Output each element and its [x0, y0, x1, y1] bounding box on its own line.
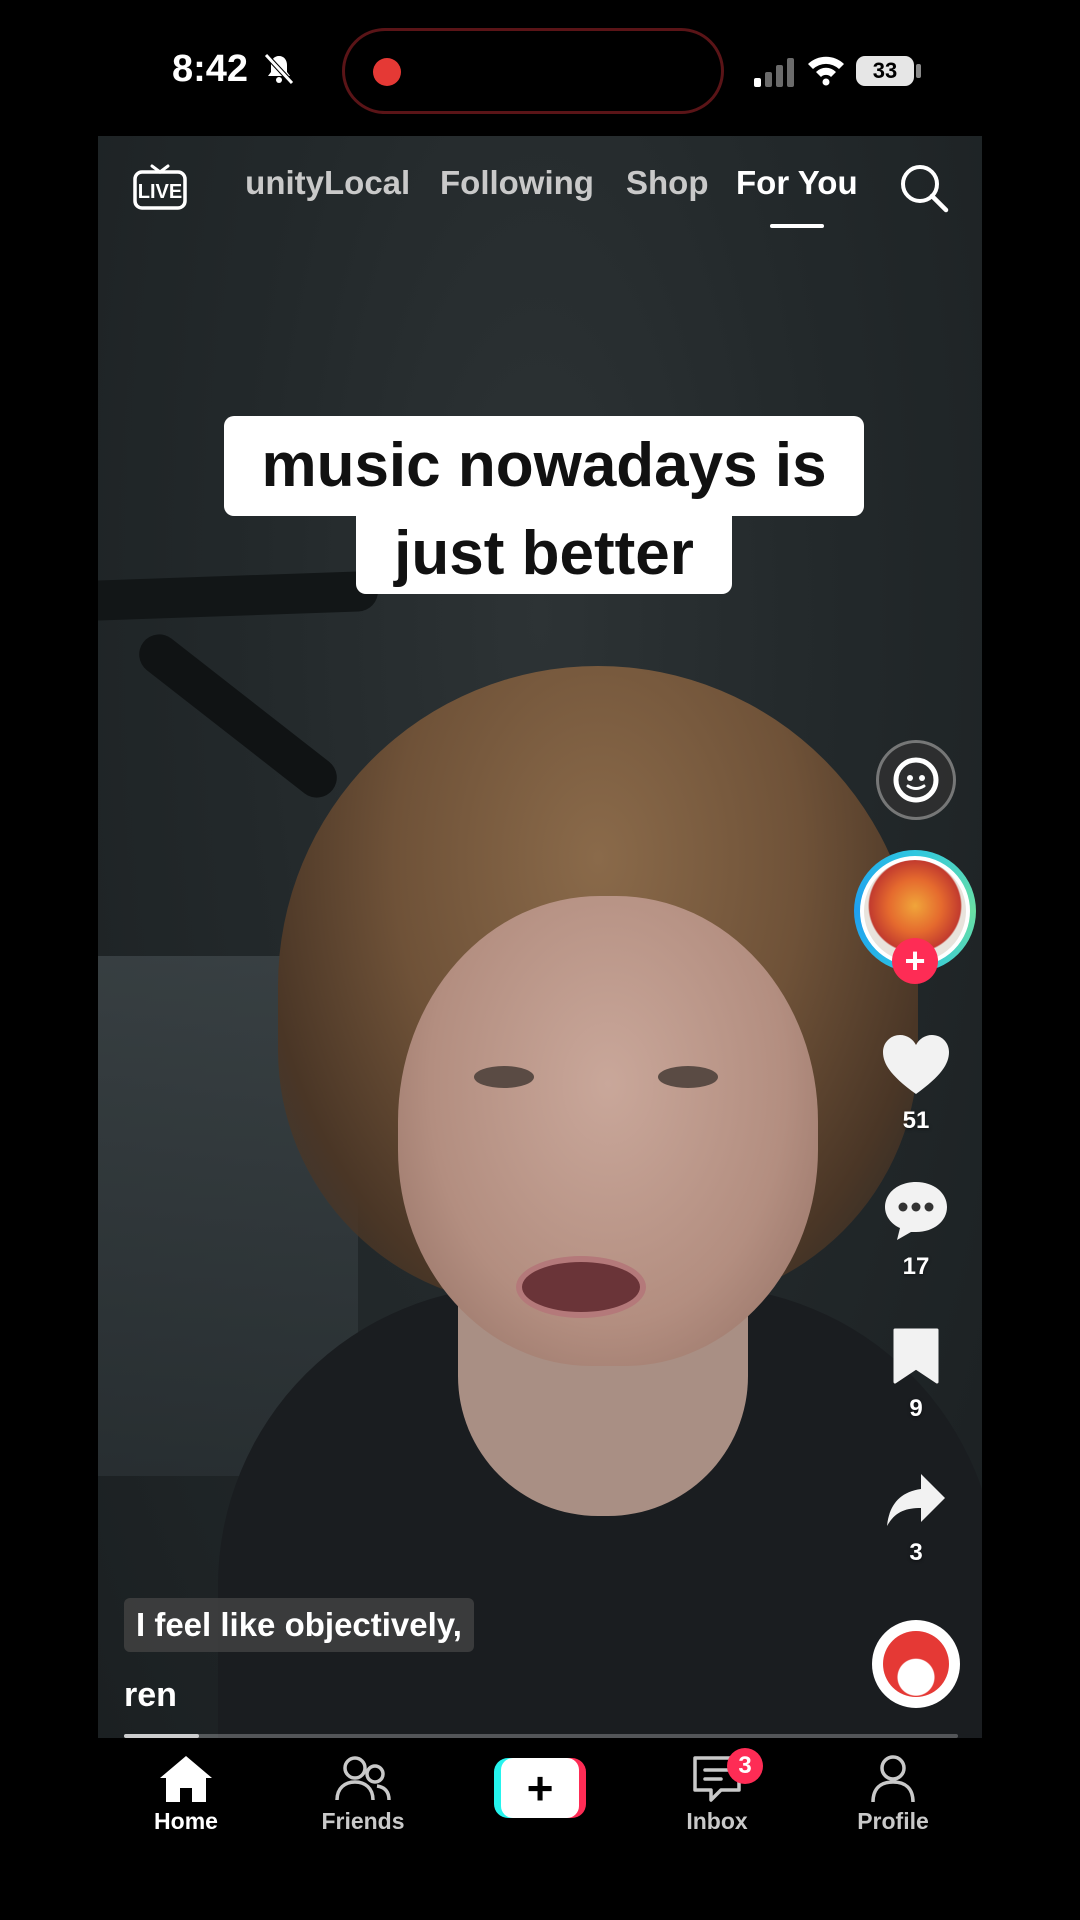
- nav-home[interactable]: Home: [106, 1754, 266, 1835]
- dynamic-island: [342, 28, 724, 114]
- share-arrow-icon: [887, 1474, 945, 1526]
- comment-count: 17: [902, 1253, 930, 1280]
- nav-friends-label: Friends: [321, 1808, 405, 1834]
- nav-profile-label: Profile: [857, 1808, 929, 1834]
- like-count: 51: [902, 1107, 930, 1134]
- share-button[interactable]: 3: [876, 1472, 956, 1567]
- tab-local[interactable]: Local: [324, 164, 410, 202]
- video-player[interactable]: [98, 136, 982, 1738]
- video-progress-bar[interactable]: [124, 1734, 958, 1738]
- wifi-icon: [808, 56, 844, 86]
- bell-slash-icon: [264, 53, 294, 85]
- tab-for-you[interactable]: For You: [736, 164, 858, 202]
- status-bar: 8:42 33: [0, 0, 1080, 140]
- person-mouth: [516, 1256, 646, 1318]
- battery-icon: 33: [856, 56, 914, 86]
- tab-community[interactable]: unity: [208, 164, 324, 202]
- create-button[interactable]: +: [494, 1758, 586, 1818]
- heart-icon: [883, 1035, 949, 1094]
- nav-profile[interactable]: Profile: [813, 1754, 973, 1835]
- live-icon[interactable]: LIVE: [132, 158, 188, 214]
- video-progress-fill: [124, 1734, 200, 1738]
- friends-icon: [335, 1756, 391, 1801]
- follow-plus-button[interactable]: +: [892, 938, 938, 984]
- ai-assistant-button[interactable]: [876, 740, 956, 820]
- tab-following[interactable]: Following: [440, 164, 594, 202]
- video-subtitle: I feel like objectively,: [124, 1598, 474, 1652]
- status-time: 8:42: [172, 48, 249, 90]
- inbox-badge: 3: [727, 1748, 763, 1784]
- ai-face-icon: [893, 757, 939, 803]
- author-name[interactable]: ren: [124, 1676, 177, 1715]
- share-count: 3: [909, 1539, 923, 1566]
- active-tab-indicator: [770, 224, 824, 228]
- save-count: 9: [909, 1395, 923, 1422]
- tab-shop[interactable]: Shop: [626, 164, 708, 202]
- home-icon: [160, 1756, 212, 1802]
- nav-friends[interactable]: Friends: [283, 1754, 443, 1835]
- save-button[interactable]: 9: [876, 1328, 956, 1423]
- nav-inbox-label: Inbox: [686, 1808, 748, 1834]
- ceiling-fan-blade: [131, 626, 345, 806]
- top-nav: LIVE unity Local Following Shop For You: [98, 150, 982, 230]
- person-eye: [658, 1066, 718, 1088]
- music-disc-icon: [883, 1631, 949, 1697]
- like-button[interactable]: 51: [876, 1034, 956, 1135]
- video-caption-line-1: music nowadays is: [224, 416, 864, 516]
- video-caption-line-2: just better: [356, 514, 732, 594]
- record-dot-icon: [373, 58, 401, 86]
- profile-icon: [871, 1755, 915, 1803]
- ceiling-fan-blade: [98, 570, 379, 622]
- comment-icon: [885, 1182, 947, 1240]
- nav-inbox[interactable]: 3 Inbox: [637, 1748, 797, 1835]
- signal-icon: [754, 58, 794, 87]
- plus-icon: +: [501, 1758, 579, 1818]
- tab-community-label: unity: [245, 164, 324, 201]
- search-icon[interactable]: [898, 162, 950, 214]
- music-disc-button[interactable]: [872, 1620, 960, 1708]
- nav-home-label: Home: [154, 1808, 218, 1834]
- person-eye: [474, 1066, 534, 1088]
- comment-button[interactable]: 17: [876, 1180, 956, 1281]
- bookmark-icon: [893, 1328, 939, 1384]
- bottom-nav: Home Friends + 3 Inbox Profile: [0, 1740, 1080, 1920]
- battery-cap: [916, 64, 921, 78]
- live-label: LIVE: [138, 181, 182, 203]
